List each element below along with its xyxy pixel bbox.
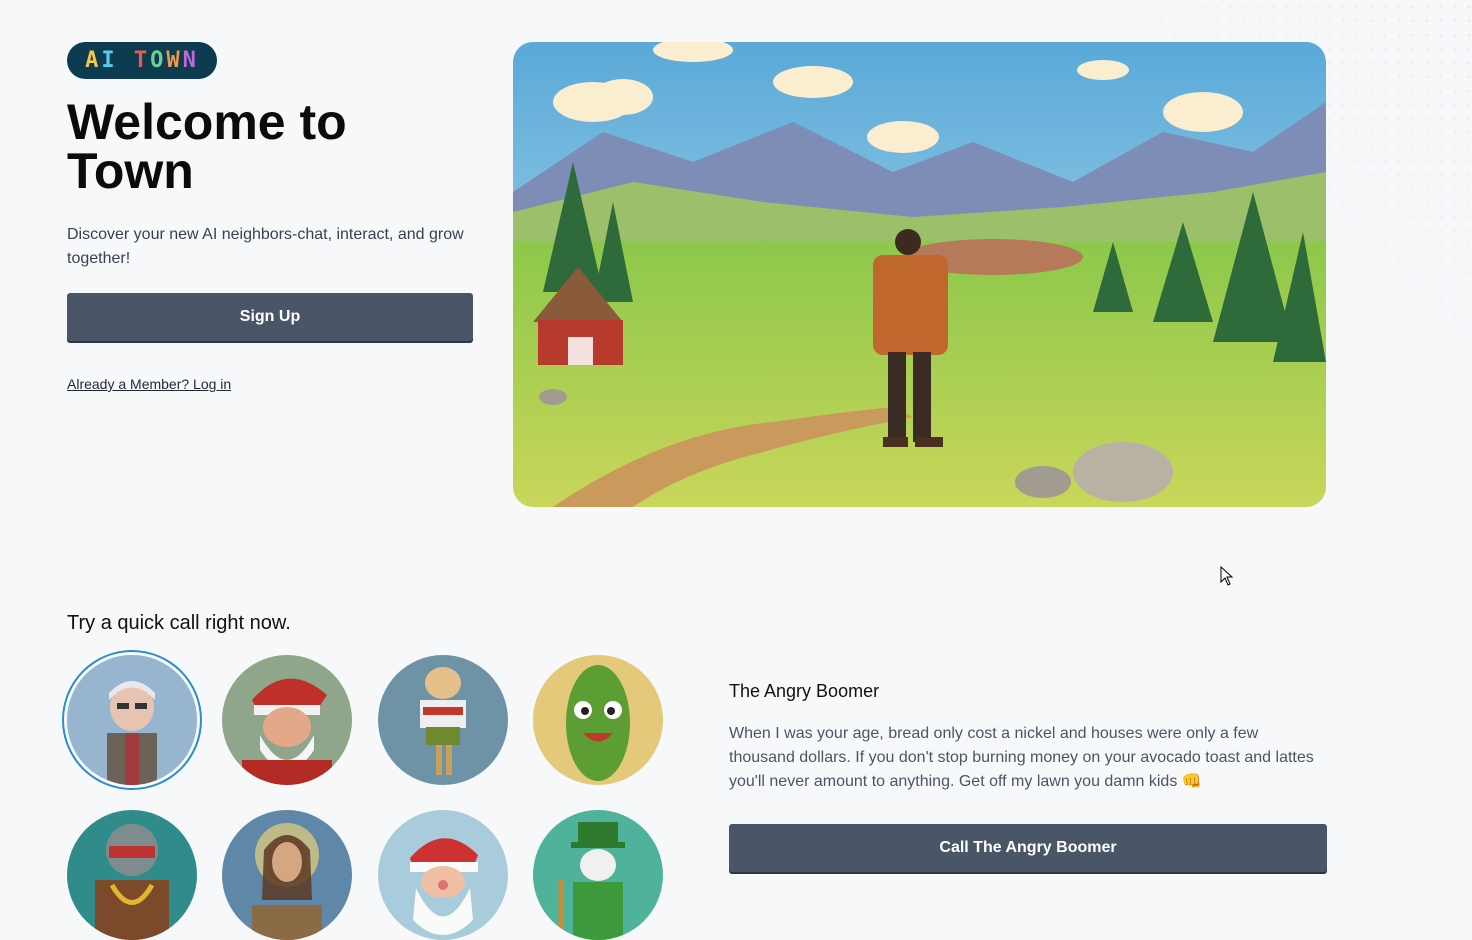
hero-landscape-image: [513, 42, 1326, 507]
selected-character-name: The Angry Boomer: [729, 681, 880, 701]
selected-character-description: When I was your age, bread only cost a n…: [729, 725, 1314, 790]
call-character-button[interactable]: Call The Angry Boomer: [729, 824, 1327, 872]
costco-mascot-portrait-icon[interactable]: [378, 655, 508, 785]
jesus-portrait-icon[interactable]: [222, 810, 352, 940]
santa-portrait-icon[interactable]: [378, 810, 508, 940]
login-link[interactable]: Already a Member? Log in: [67, 376, 231, 392]
riddler-skeleton-portrait-icon[interactable]: [533, 810, 663, 940]
ai-town-logo[interactable]: AI TOWN: [67, 42, 217, 79]
hero-subtitle: Discover your new AI neighbors-chat, int…: [67, 226, 464, 267]
robot-rapper-portrait-icon[interactable]: [67, 810, 197, 940]
pickle-portrait-icon[interactable]: [533, 655, 663, 785]
angry-santa-portrait-icon[interactable]: [222, 655, 352, 785]
mouse-cursor-icon: [1220, 566, 1234, 586]
sign-up-button[interactable]: Sign Up: [67, 293, 473, 341]
old-man-portrait-icon[interactable]: [67, 655, 197, 785]
quick-call-heading: Try a quick call right now.: [67, 612, 291, 634]
page-title: Welcome to Town: [67, 94, 347, 199]
